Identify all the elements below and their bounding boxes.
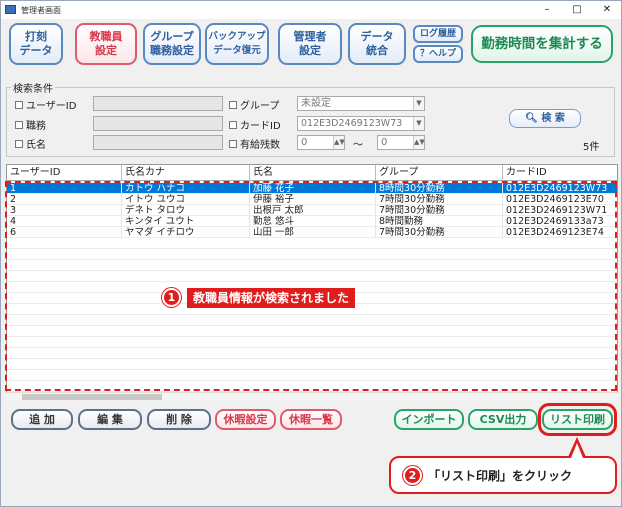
group-duty-button[interactable]: グループ 職務設定 (143, 23, 201, 65)
admin-settings-button[interactable]: 管理者 設定 (278, 23, 342, 65)
group-checkbox[interactable] (229, 101, 237, 109)
step-number-1: 1 (162, 288, 181, 307)
group-checkbox-row[interactable]: グループ (229, 97, 279, 112)
paid-leave-to-value: 0 (381, 137, 388, 148)
magnifier-icon: 🔍︎ (525, 113, 538, 124)
data-merge-label-2: 統合 (366, 44, 388, 57)
range-tilde: 〜 (353, 140, 363, 151)
user-id-label: ユーザーID (26, 101, 77, 112)
group-select[interactable]: 未設定 ▼ (297, 96, 425, 111)
backup-restore-label-2: データ復元 (213, 45, 261, 56)
annotation-banner-text: 教職員情報が検索されました (187, 287, 356, 308)
name-label: 氏名 (26, 140, 46, 151)
callout-tail-inner (571, 443, 583, 458)
duty-label: 職務 (26, 121, 46, 132)
backup-restore-label-1: バックアップ (208, 31, 266, 42)
admin-settings-label-1: 管理者 (293, 30, 327, 43)
staff-settings-button[interactable]: 教職員 設定 (75, 23, 137, 65)
user-id-checkbox-row[interactable]: ユーザーID (15, 97, 76, 112)
data-merge-label-1: データ (360, 30, 394, 43)
staff-settings-label-2: 設定 (95, 44, 117, 57)
staff-settings-label-1: 教職員 (89, 30, 123, 43)
group-duty-label-2: 職務設定 (150, 44, 194, 57)
column-header[interactable]: 氏名 (250, 165, 376, 181)
admin-settings-label-2: 設定 (299, 44, 321, 57)
scrollbar-thumb[interactable] (22, 394, 162, 400)
admin-window: 管理者画面 – □ ✕ 打刻 データ 教職員 設定 グループ 職務設定 バックア… (0, 0, 622, 507)
help-button[interactable]: ？ヘルプ (413, 45, 463, 63)
data-merge-button[interactable]: データ 統合 (348, 23, 406, 65)
leave-list-button[interactable]: 休暇一覧 (280, 409, 342, 430)
card-id-checkbox-row[interactable]: カードID (229, 117, 281, 132)
duty-checkbox-row[interactable]: 職務 (15, 117, 46, 132)
user-id-field[interactable] (93, 96, 223, 111)
import-button[interactable]: インポート (394, 409, 464, 430)
search-conditions-legend: 検索条件 (11, 80, 55, 95)
paid-leave-checkbox-row[interactable]: 有給残数 (229, 136, 280, 151)
backup-restore-button[interactable]: バックアップ データ復元 (205, 23, 269, 65)
paid-leave-from-value: 0 (301, 137, 308, 148)
annotation-banner: 1 教職員情報が検索されました (162, 287, 356, 308)
callout-text: 「リスト印刷」をクリック (428, 468, 573, 483)
group-duty-label-1: グループ (150, 30, 194, 43)
duty-field[interactable] (93, 116, 223, 131)
card-id-label: カードID (240, 121, 281, 132)
user-id-checkbox[interactable] (15, 101, 23, 109)
app-icon (5, 5, 16, 14)
search-button-label: 検 索 (541, 113, 565, 124)
column-header[interactable]: カードID (503, 165, 617, 181)
spin-icon: ▲▼ (333, 136, 344, 149)
punch-data-button[interactable]: 打刻 データ (9, 23, 63, 65)
step-number-2: 2 (403, 465, 422, 485)
close-button[interactable]: ✕ (592, 1, 621, 19)
paid-leave-checkbox[interactable] (229, 140, 237, 148)
group-label: グループ (240, 101, 280, 112)
chevron-down-icon: ▼ (413, 97, 424, 110)
name-field[interactable] (93, 135, 223, 150)
minimize-button[interactable]: – (532, 1, 562, 19)
add-button[interactable]: 追 加 (11, 409, 73, 430)
card-id-checkbox[interactable] (229, 121, 237, 129)
search-button[interactable]: 🔍︎ 検 索 (509, 109, 581, 128)
duty-checkbox[interactable] (15, 121, 23, 129)
edit-button[interactable]: 編 集 (78, 409, 142, 430)
card-id-select[interactable]: 012E3D2469123W73 ▼ (297, 116, 425, 131)
column-header[interactable]: 氏名カナ (122, 165, 250, 181)
punch-data-label-1: 打刻 (25, 30, 47, 43)
callout-box: 2 「リスト印刷」をクリック (389, 456, 617, 494)
leave-settings-button[interactable]: 休暇設定 (215, 409, 276, 430)
group-select-value: 未設定 (301, 98, 331, 109)
title-bar: 管理者画面 – □ ✕ (1, 1, 621, 19)
paid-leave-label: 有給残数 (240, 140, 280, 151)
table-header: ユーザーID 氏名カナ 氏名 グループ カードID (7, 165, 617, 181)
paid-leave-to-stepper[interactable]: 0 ▲▼ (377, 135, 425, 150)
chevron-down-icon: ▼ (413, 117, 424, 130)
csv-export-button[interactable]: CSV出力 (468, 409, 538, 430)
result-count: 5件 (583, 142, 600, 153)
card-id-select-value: 012E3D2469123W73 (301, 118, 403, 129)
delete-button[interactable]: 削 除 (147, 409, 211, 430)
maximize-button[interactable]: □ (562, 1, 592, 19)
name-checkbox[interactable] (15, 140, 23, 148)
summarize-work-hours-button[interactable]: 勤務時間を集計する (471, 25, 613, 63)
print-button-highlight (538, 403, 617, 436)
punch-data-label-2: データ (19, 44, 53, 57)
column-header[interactable]: ユーザーID (7, 165, 122, 181)
spin-icon: ▲▼ (413, 136, 424, 149)
log-history-button[interactable]: ログ履歴 (413, 25, 463, 43)
paid-leave-from-stepper[interactable]: 0 ▲▼ (297, 135, 345, 150)
name-checkbox-row[interactable]: 氏名 (15, 136, 46, 151)
horizontal-scrollbar[interactable] (6, 392, 618, 401)
highlight-dotted-box (5, 181, 617, 391)
window-title: 管理者画面 (21, 6, 61, 15)
column-header[interactable]: グループ (376, 165, 503, 181)
